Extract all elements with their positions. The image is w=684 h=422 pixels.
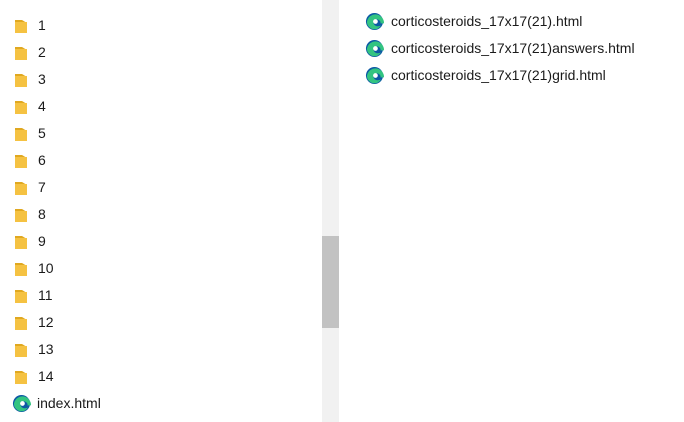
nav-folder-2[interactable]: 2 [0,39,320,66]
folder-icon [15,262,27,276]
nav-item-label: 8 [38,206,46,222]
edge-icon [365,39,384,58]
folder-icon [15,73,27,87]
nav-folder-12[interactable]: 12 [0,309,320,336]
nav-item-label: index.html [37,395,101,411]
file-item[interactable]: corticosteroids_17x17(21)grid.html [365,62,675,89]
folder-icon [15,370,27,384]
nav-item-label: 1 [38,17,46,33]
nav-file-index[interactable]: index.html [0,390,320,417]
folder-icon [15,208,27,222]
scrollbar-thumb[interactable] [322,236,339,328]
nav-folder-7[interactable]: 7 [0,174,320,201]
nav-folder-10[interactable]: 10 [0,255,320,282]
edge-icon [12,394,31,413]
content-pane: corticosteroids_17x17(21).html corticost… [339,0,684,422]
file-item[interactable]: corticosteroids_17x17(21).html [365,8,675,35]
nav-item-label: 3 [38,71,46,87]
folder-icon [15,181,27,195]
nav-item-label: 12 [38,314,54,330]
nav-item-label: 14 [38,368,54,384]
file-explorer-window: 1 2 3 4 5 6 7 8 9 10 11 12 13 14 index.h… [0,0,684,422]
nav-folder-11[interactable]: 11 [0,282,320,309]
nav-folder-6[interactable]: 6 [0,147,320,174]
folder-icon [15,235,27,249]
folder-icon [15,154,27,168]
file-name: corticosteroids_17x17(21).html [391,13,583,29]
folder-icon [15,289,27,303]
nav-item-label: 13 [38,341,54,357]
nav-item-label: 2 [38,44,46,60]
folder-icon [15,19,27,33]
nav-folder-14[interactable]: 14 [0,363,320,390]
edge-icon [365,12,384,31]
nav-item-label: 7 [38,179,46,195]
edge-icon [365,66,384,85]
navigation-pane: 1 2 3 4 5 6 7 8 9 10 11 12 13 14 index.h… [0,0,322,422]
nav-item-label: 11 [38,287,53,303]
folder-icon [15,46,27,60]
file-item[interactable]: corticosteroids_17x17(21)answers.html [365,35,675,62]
nav-folder-5[interactable]: 5 [0,120,320,147]
nav-item-label: 5 [38,125,46,141]
file-name: corticosteroids_17x17(21)answers.html [391,40,635,56]
nav-folder-4[interactable]: 4 [0,93,320,120]
folder-icon [15,100,27,114]
nav-folder-3[interactable]: 3 [0,66,320,93]
file-name: corticosteroids_17x17(21)grid.html [391,67,606,83]
folder-icon [15,316,27,330]
nav-item-label: 9 [38,233,46,249]
nav-folder-8[interactable]: 8 [0,201,320,228]
folder-icon [15,343,27,357]
nav-item-label: 6 [38,152,46,168]
nav-item-label: 10 [38,260,54,276]
folder-icon [15,127,27,141]
nav-folder-1[interactable]: 1 [0,12,320,39]
file-list: corticosteroids_17x17(21).html corticost… [365,8,675,89]
navigation-list: 1 2 3 4 5 6 7 8 9 10 11 12 13 14 index.h… [0,12,320,417]
nav-folder-13[interactable]: 13 [0,336,320,363]
nav-folder-9[interactable]: 9 [0,228,320,255]
navigation-scrollbar[interactable] [322,0,339,422]
nav-item-label: 4 [38,98,46,114]
